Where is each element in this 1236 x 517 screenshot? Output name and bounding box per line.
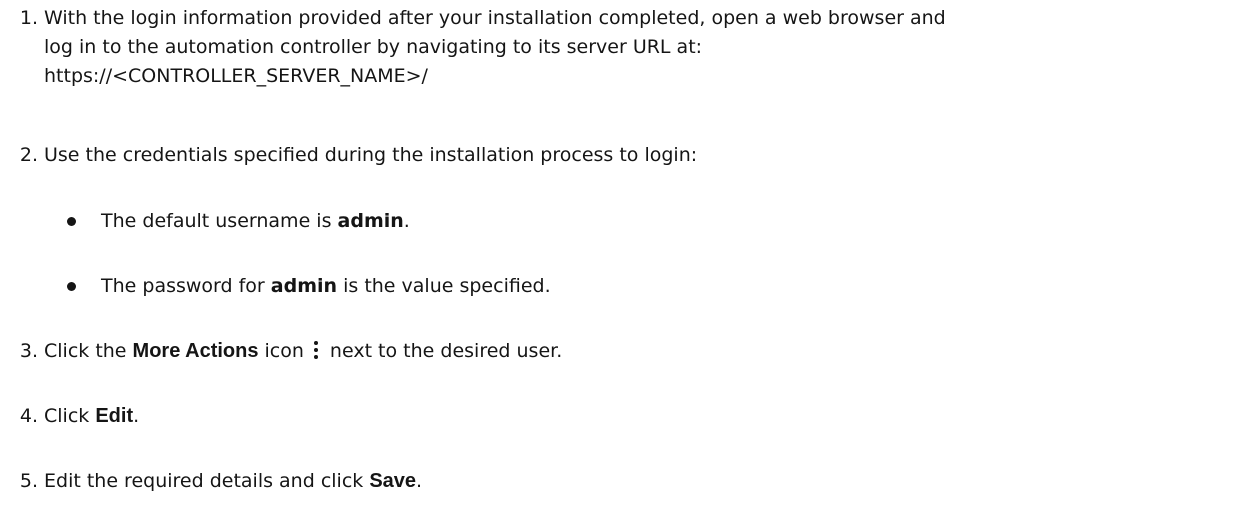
step-text: Click the More Actions icon next to the d… (44, 340, 563, 362)
step-text-line: log in to the automation controller by n… (44, 36, 703, 58)
step-text: Click Edit. (44, 405, 140, 427)
bullet-text: The default username is admin. (101, 210, 410, 232)
step-text: Use the credentials specified during the… (44, 144, 698, 166)
step-text-line: With the login information provided afte… (44, 7, 946, 29)
step-number: 2. (19, 144, 38, 166)
kebab-vertical-icon (313, 340, 318, 359)
step-number: 3. (19, 340, 38, 362)
more-actions-label: More Actions (132, 340, 259, 362)
step-number: 5. (19, 470, 38, 492)
step-text: With the login information provided afte… (44, 4, 1229, 91)
step-text: Edit the required details and click Save… (44, 470, 423, 492)
bullet-text: The password for admin is the value spec… (101, 275, 551, 297)
bullet-dot-icon (67, 282, 76, 291)
bullet-dot-icon (67, 217, 76, 226)
step-number: 1. (19, 7, 38, 29)
edit-label: Edit (95, 405, 134, 427)
server-url: https://<CONTROLLER_SERVER_NAME>/ (44, 65, 428, 87)
step-number: 4. (19, 405, 38, 427)
username-value: admin (337, 210, 404, 232)
username-value: admin (270, 275, 338, 297)
save-label: Save (369, 470, 417, 492)
